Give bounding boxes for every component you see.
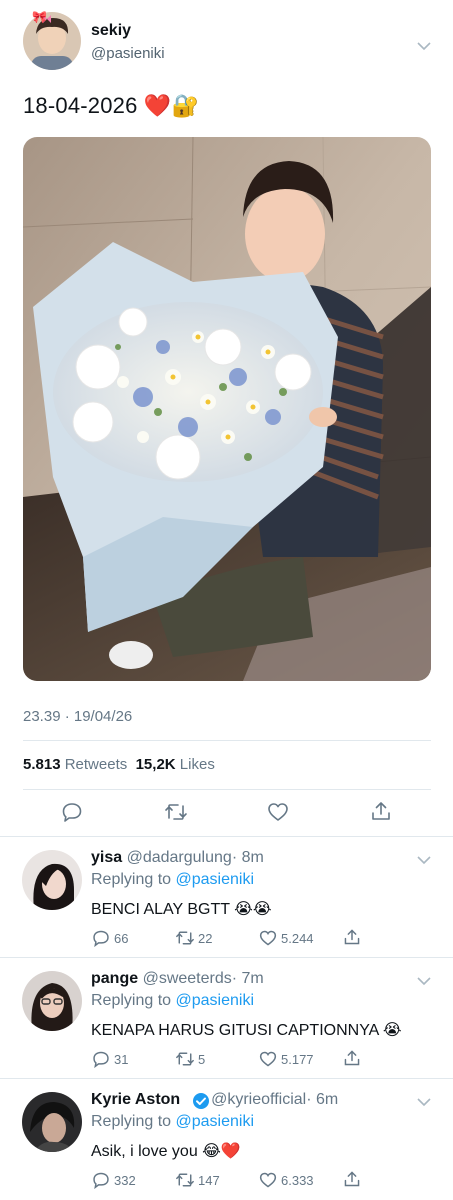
replying-to-link[interactable]: @pasieniki — [176, 992, 255, 1009]
reply-author-handle[interactable]: @sweeterds — [143, 970, 232, 987]
reply-author-handle[interactable]: @kyrieofficial — [211, 1091, 306, 1108]
divider — [23, 789, 431, 790]
reply-icon[interactable] — [92, 1050, 110, 1068]
likes-label[interactable]: Likes — [180, 756, 215, 773]
tweet-text: 18-04-2026 ❤️🔐 — [23, 93, 200, 118]
retweets-label[interactable]: Retweets — [65, 756, 128, 773]
tweet-photo[interactable] — [23, 137, 431, 681]
divider — [0, 1078, 453, 1079]
chevron-down-icon[interactable] — [416, 973, 432, 991]
reply-icon[interactable] — [92, 1171, 110, 1189]
reply-avatar[interactable] — [22, 850, 82, 910]
reply-author-name[interactable]: Kyrie Aston — [91, 1091, 180, 1108]
retweet-count: 147 — [198, 1173, 220, 1188]
likes-count[interactable]: 15,2K — [136, 756, 176, 773]
replying-to: Replying to @pasieniki — [91, 871, 254, 889]
replying-to: Replying to @pasieniki — [91, 992, 254, 1010]
reply-icon[interactable] — [92, 929, 110, 947]
share-icon[interactable] — [343, 1170, 361, 1188]
like-count: 5.177 — [281, 1052, 314, 1067]
avatar-bow-emoji: 🎀 — [32, 10, 47, 24]
tweet-timestamp[interactable]: 23.39 · 19/04/26 — [23, 708, 132, 725]
engagement-counts: 5.813 Retweets 15,2K Likes — [23, 756, 215, 773]
heart-icon[interactable] — [259, 929, 277, 947]
reply-text: BENCI ALAY BGTT 😭😭 — [91, 901, 272, 918]
reply-text: KENAPA HARUS GITUSI CAPTIONNYA 😭 — [91, 1022, 402, 1039]
divider — [23, 740, 431, 741]
reply-avatar[interactable] — [22, 1092, 82, 1152]
reply-icon[interactable] — [61, 801, 83, 823]
reply-time: · 6m — [306, 1091, 339, 1108]
reply-avatar[interactable] — [22, 971, 82, 1031]
chevron-down-icon[interactable] — [416, 38, 432, 56]
heart-icon[interactable] — [267, 801, 289, 823]
retweet-icon[interactable] — [175, 1171, 195, 1189]
share-icon[interactable] — [343, 1049, 361, 1067]
verified-badge-icon — [192, 1092, 210, 1115]
divider — [0, 957, 453, 958]
reply-count: 66 — [114, 931, 129, 946]
reply-time: · 8m — [231, 849, 264, 866]
replying-to-link[interactable]: @pasieniki — [176, 871, 255, 888]
author-name[interactable]: sekiy — [91, 22, 131, 40]
reply-author-name[interactable]: pange — [91, 970, 138, 987]
replying-to-link[interactable]: @pasieniki — [176, 1113, 255, 1130]
replying-to-label: Replying to — [91, 1113, 172, 1130]
reply-text: Asik, i love you 😂❤️ — [91, 1143, 241, 1160]
retweet-icon[interactable] — [175, 1050, 195, 1068]
reply-time: · 7m — [231, 970, 264, 987]
share-icon[interactable] — [343, 928, 361, 946]
chevron-down-icon[interactable] — [416, 852, 432, 870]
divider — [0, 836, 453, 837]
reply-count: 31 — [114, 1052, 129, 1067]
reply-author-handle[interactable]: @dadargulung — [127, 849, 232, 866]
replying-to-label: Replying to — [91, 992, 172, 1009]
chevron-down-icon[interactable] — [416, 1094, 432, 1112]
retweet-icon[interactable] — [164, 801, 188, 823]
like-count: 5.244 — [281, 931, 314, 946]
like-count: 6.333 — [281, 1173, 314, 1188]
share-icon[interactable] — [370, 800, 392, 822]
retweet-icon[interactable] — [175, 929, 195, 947]
heart-icon[interactable] — [259, 1171, 277, 1189]
heart-icon[interactable] — [259, 1050, 277, 1068]
retweet-count: 22 — [198, 931, 213, 946]
reply-count: 332 — [114, 1173, 136, 1188]
retweets-count[interactable]: 5.813 — [23, 756, 61, 773]
reply-author-name[interactable]: yisa — [91, 849, 122, 866]
retweet-count: 5 — [198, 1052, 206, 1067]
replying-to-label: Replying to — [91, 871, 172, 888]
author-handle[interactable]: @pasieniki — [91, 45, 165, 62]
replying-to: Replying to @pasieniki — [91, 1113, 254, 1131]
